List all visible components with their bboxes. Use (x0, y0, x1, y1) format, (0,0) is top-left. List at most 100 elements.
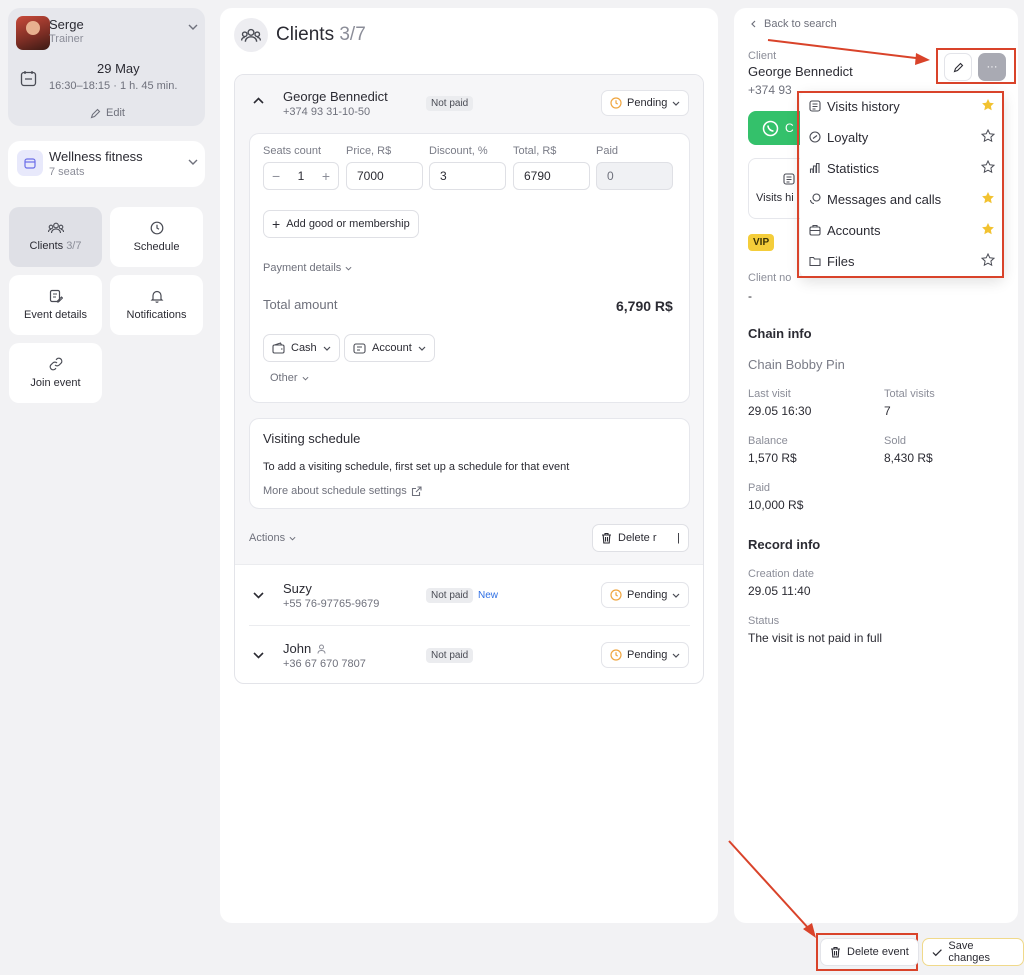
venue-seats: 7 seats (49, 166, 85, 178)
tab-join-event[interactable]: Join event (9, 343, 102, 403)
client-name: John (283, 641, 312, 656)
discount-input[interactable]: 3 (429, 162, 506, 190)
price-input[interactable]: 7000 (346, 162, 423, 190)
star-filled-icon[interactable] (981, 191, 995, 205)
seats-stepper[interactable]: − 1 + (263, 162, 339, 190)
balance-label: Balance (748, 435, 788, 447)
accounts-icon (809, 224, 821, 236)
vip-badge: VIP (748, 234, 775, 251)
messages-icon (809, 193, 821, 205)
chevron-down-icon (672, 653, 680, 658)
clock-icon (610, 97, 622, 109)
menu-item-visits-history[interactable]: Visits history (809, 94, 999, 118)
divider (249, 625, 690, 626)
total-input[interactable]: 6790 (513, 162, 590, 190)
edit-client-button[interactable] (944, 53, 972, 81)
chevron-down-icon (672, 101, 680, 106)
collapse-chevron-icon[interactable] (253, 97, 264, 104)
total-amount-label: Total amount (263, 297, 338, 312)
pencil-icon (953, 62, 963, 72)
star-outline-icon[interactable] (981, 253, 995, 267)
back-to-search-link[interactable]: Back to search (751, 18, 837, 30)
actions-label: Actions (249, 532, 286, 544)
clients-icon (47, 222, 64, 234)
chevron-down-icon (672, 593, 680, 598)
account-button[interactable]: Account (344, 334, 435, 362)
event-info-card: Serge Trainer 29 May 16:30–18:15 · 1 h. … (8, 8, 205, 126)
cash-button[interactable]: Cash (263, 334, 340, 362)
status-dropdown[interactable]: Pending (601, 642, 690, 668)
venue-icon (17, 150, 43, 176)
menu-item-accounts[interactable]: Accounts (809, 218, 999, 242)
actions-toggle[interactable]: Actions (249, 532, 296, 544)
edit-event-button[interactable]: Edit (90, 107, 125, 119)
trainer-role: Trainer (49, 33, 84, 45)
external-link-icon (411, 485, 422, 496)
chevron-left-icon (751, 20, 756, 28)
edit-doc-icon (49, 289, 63, 303)
menu-item-statistics[interactable]: Statistics (809, 156, 999, 180)
seats-label: Seats count (263, 145, 322, 157)
account-label: Account (372, 342, 412, 354)
menu-item-files[interactable]: Files (809, 249, 999, 273)
status-label: Pending (627, 97, 668, 109)
client-notes-label: Client no (748, 272, 792, 284)
divider (235, 564, 703, 565)
star-filled-icon[interactable] (981, 98, 995, 112)
balance-value: 1,570 R$ (748, 451, 797, 465)
avatar (16, 16, 50, 50)
status-label: Pending (627, 589, 668, 601)
other-payment-toggle[interactable]: Other (270, 372, 309, 384)
tab-event-details[interactable]: Event details (9, 275, 102, 335)
minus-icon[interactable]: − (272, 168, 280, 184)
plus-icon[interactable]: + (322, 168, 330, 184)
delete-event-button[interactable]: Delete event (820, 938, 919, 966)
expand-chevron-icon[interactable] (253, 592, 264, 599)
last-visit-value: 29.05 16:30 (748, 404, 812, 418)
tab-label: Clients (29, 240, 64, 252)
venue-selector[interactable]: Wellness fitness 7 seats (8, 141, 205, 187)
add-good-button[interactable]: + Add good or membership (263, 210, 419, 238)
status-dropdown[interactable]: Pending (601, 582, 690, 608)
star-outline-icon[interactable] (981, 129, 995, 143)
tab-schedule[interactable]: Schedule (110, 207, 203, 267)
menu-item-messages-calls[interactable]: Messages and calls (809, 187, 999, 211)
star-outline-icon[interactable] (981, 160, 995, 174)
status-label: Status (748, 615, 780, 627)
client-name[interactable]: George Bennedict (283, 89, 388, 104)
chevron-down-icon (289, 536, 296, 541)
chevron-down-icon (345, 266, 352, 271)
expand-chevron-icon[interactable] (253, 652, 264, 659)
more-icon: ··· (986, 61, 998, 73)
tab-clients[interactable]: Clients 3/7 (9, 207, 102, 267)
event-time: 16:30–18:15 · 1 h. 45 min. (49, 80, 178, 92)
menu-item-loyalty[interactable]: Loyalty (809, 125, 999, 149)
delete-record-label: Delete r (618, 532, 657, 544)
delete-record-button[interactable]: Delete r | (592, 524, 689, 552)
payment-details-toggle[interactable]: Payment details (263, 262, 352, 274)
client-phone: +36 67 670 7807 (283, 658, 366, 670)
status-dropdown[interactable]: Pending (601, 90, 690, 116)
annotation-arrow (767, 39, 930, 65)
payment-details-label: Payment details (263, 262, 342, 274)
event-date: 29 May (97, 61, 140, 76)
check-icon (932, 948, 942, 956)
schedule-text: To add a visiting schedule, first set up… (263, 461, 570, 473)
client-name-row[interactable]: John (283, 641, 326, 656)
schedule-settings-link[interactable]: More about schedule settings (263, 485, 422, 497)
tab-label: Event details (24, 309, 87, 321)
payment-status-badge: Not paid (426, 96, 474, 111)
more-options-button[interactable]: ··· (978, 53, 1006, 81)
client-name[interactable]: Suzy (283, 581, 312, 596)
bell-icon (150, 290, 163, 303)
last-visit-label: Last visit (748, 388, 791, 400)
menu-item-label: Accounts (827, 222, 881, 238)
save-changes-button[interactable]: Save changes (922, 938, 1024, 966)
chevron-down-icon[interactable] (188, 24, 198, 30)
star-filled-icon[interactable] (981, 222, 995, 236)
sold-value: 8,430 R$ (884, 451, 933, 465)
tab-notifications[interactable]: Notifications (110, 275, 203, 335)
trainer-name: Serge (49, 17, 84, 32)
tab-count: 3/7 (66, 240, 82, 252)
creation-date-label: Creation date (748, 568, 815, 580)
